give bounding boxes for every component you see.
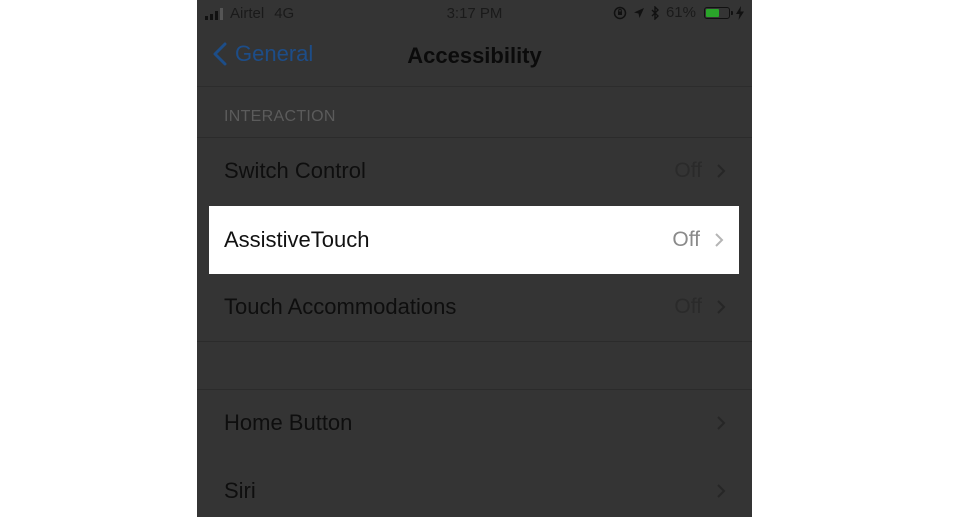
chevron-right-icon <box>717 164 726 178</box>
status-bar: Airtel 4G 3:17 PM 61% <box>197 0 752 30</box>
row-label: Siri <box>224 478 256 503</box>
battery-icon <box>704 6 733 19</box>
chevron-right-icon <box>717 300 726 314</box>
page-title: Accessibility <box>407 43 542 68</box>
row-label: Switch Control <box>224 158 366 183</box>
row-label: Touch Accommodations <box>224 294 457 319</box>
screenshot-frame: Airtel 4G 3:17 PM 61% General Accessibil… <box>0 0 960 517</box>
phone-screen: Airtel 4G 3:17 PM 61% General Accessibil… <box>197 0 752 517</box>
group-bottom-divider <box>197 341 752 342</box>
row-value: Off <box>674 159 702 182</box>
battery-percent: 61% <box>665 4 696 21</box>
row-label: AssistiveTouch <box>224 227 370 252</box>
navigation-bar: General Accessibility <box>197 30 752 87</box>
chevron-right-icon <box>715 233 724 247</box>
row-assistivetouch[interactable]: AssistiveTouch Off <box>209 206 739 274</box>
chevron-right-icon <box>717 416 726 430</box>
status-right: 61% <box>613 4 744 21</box>
bluetooth-icon <box>651 5 660 20</box>
row-value: Off <box>674 295 702 318</box>
charging-icon <box>736 5 744 20</box>
section-header: INTERACTION <box>224 108 336 125</box>
row-touch-accommodations[interactable]: Touch Accommodations Off <box>197 274 752 340</box>
orientation-lock-icon <box>613 6 627 20</box>
row-label: Home Button <box>224 410 353 435</box>
row-siri[interactable]: Siri <box>197 458 752 517</box>
row-value: Off <box>672 228 700 251</box>
chevron-right-icon <box>717 484 726 498</box>
row-home-button[interactable]: Home Button <box>197 390 752 456</box>
battery-fill <box>706 8 719 17</box>
location-icon <box>633 7 645 19</box>
row-switch-control[interactable]: Switch Control Off <box>197 138 752 204</box>
